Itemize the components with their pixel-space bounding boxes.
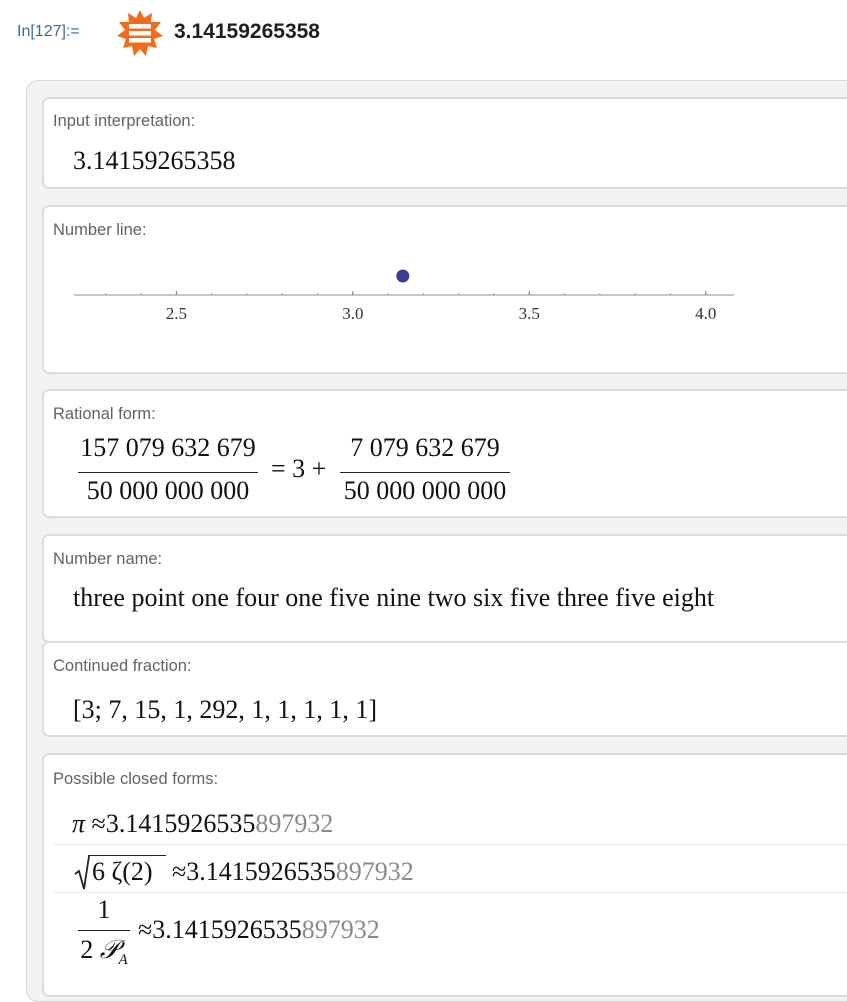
pod-title: Input interpretation: [53, 112, 196, 130]
closed-form-numerator: 1 [97, 895, 111, 924]
rational-lhs-fraction-bar [78, 472, 258, 473]
approx-symbol: ≈ [91, 809, 106, 838]
rational-rhs-numerator: 7 079 632 679 [350, 433, 500, 462]
closed-form-pi: π [72, 809, 86, 838]
closed-form-value-extra: 897932 [335, 857, 414, 886]
approx-symbol: ≈ [172, 857, 187, 886]
rational-lhs-numerator: 157 079 632 679 [80, 433, 256, 462]
sqrt-overline [88, 855, 166, 856]
sqrt-radical-sign [74, 855, 90, 890]
number-line-major-ticks [175, 291, 707, 295]
closed-form-fraction-bar [78, 930, 130, 931]
pod-input-interpretation: Input interpretation: 3.14159265358 [42, 97, 847, 189]
rational-rhs-fraction-bar [340, 472, 510, 473]
pod-number-name: Number name: three point one four one fi… [42, 534, 847, 643]
number-name-value: three point one four one five nine two s… [73, 583, 715, 612]
pod-title: Rational form: [53, 405, 156, 423]
query-text[interactable]: 3.14159265358 [174, 20, 320, 44]
tick-label: 2.5 [166, 304, 187, 323]
rational-equals-three-plus: = 3 + [271, 454, 327, 483]
closed-form-row[interactable]: π ≈3.1415926535897932 [54, 803, 847, 845]
input-prompt-label: In[127]:= [17, 23, 80, 40]
closed-form-denominator-coeff: 2 [80, 935, 94, 964]
closed-form-value-extra: 897932 [301, 915, 380, 944]
pod-title: Possible closed forms: [53, 770, 219, 788]
number-line-tick-labels: 2.5 3.0 3.5 4.0 [166, 304, 717, 323]
pod-closed-forms: Possible closed forms: π ≈3.141592653589… [42, 753, 847, 997]
continued-fraction-value: [3; 7, 15, 1, 292, 1, 1, 1, 1, 1] [73, 695, 378, 724]
pod-title: Number name: [53, 550, 163, 568]
tick-label: 3.0 [342, 304, 363, 323]
number-line-point [396, 269, 410, 283]
closed-form-value-main: 3.1415926535 [152, 915, 302, 944]
number-line-plot: 2.5 3.0 3.5 4.0 [74, 269, 734, 323]
rational-rhs-denominator: 50 000 000 000 [343, 476, 507, 505]
closed-form-value-extra: 897932 [255, 809, 334, 838]
closed-form-value-main: 3.1415926535 [105, 809, 256, 838]
wolfram-alpha-icon[interactable] [117, 10, 163, 56]
closed-form-value-main: 3.1415926535 [186, 857, 336, 886]
closed-form-row[interactable]: 6 ζ(2) ≈3.1415926535897932 [54, 845, 847, 893]
interpretation-value: 3.14159265358 [73, 146, 236, 175]
closed-form-script-p: 𝒫 [99, 935, 119, 964]
rational-lhs-denominator: 50 000 000 000 [86, 476, 250, 505]
closed-form-radicand: 6 ζ(2) [92, 857, 153, 886]
pod-number-line: Number line: 2.5 3.0 3.5 4.0 [42, 205, 847, 374]
closed-form-row[interactable]: 1 2 𝒫A ≈3.1415926535897932 [54, 893, 847, 973]
pod-rational-form: Rational form: 157 079 632 679 50 000 00… [42, 389, 847, 518]
pod-continued-fraction: Continued fraction: [3; 7, 15, 1, 292, 1… [42, 641, 847, 737]
tick-label: 3.5 [519, 304, 540, 323]
tick-label: 4.0 [695, 304, 716, 323]
approx-symbol: ≈ [138, 915, 153, 944]
pod-title: Continued fraction: [53, 657, 192, 675]
closed-form-subscript: A [118, 952, 128, 969]
